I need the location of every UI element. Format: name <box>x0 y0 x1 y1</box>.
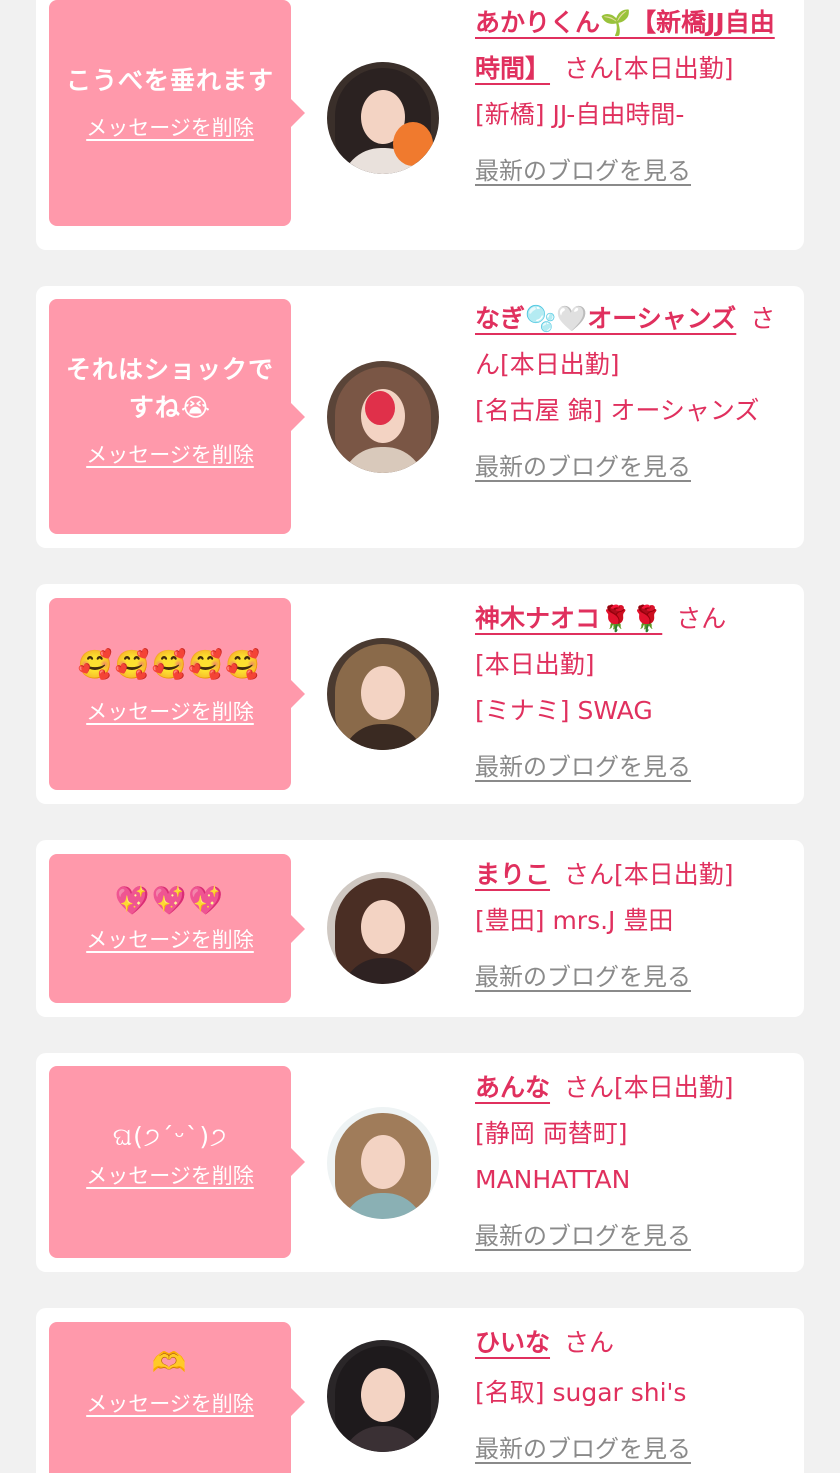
shift-status: [本日出勤] <box>614 860 734 889</box>
latest-blog-link[interactable]: 最新のブログを見る <box>475 744 787 790</box>
delete-message-link[interactable]: メッセージを削除 <box>86 696 254 726</box>
latest-blog-link[interactable]: 最新のブログを見る <box>475 1213 787 1259</box>
shift-status: [本日出勤] <box>614 54 734 83</box>
message-bubble: 🫶 メッセージを削除 <box>49 1322 305 1473</box>
message-card: ଘ(੭ˊᵕˋ)੭ メッセージを削除 あんな さん[本日出勤] [静岡 両替町] M… <box>36 1053 804 1272</box>
shop-info: [名取] sugar shi's <box>475 1378 687 1407</box>
shift-status: [本日出勤] <box>475 650 595 679</box>
cast-name-link[interactable]: なぎ🫧🤍オーシャンズ <box>475 304 736 333</box>
message-text: 💖💖💖 <box>114 884 226 917</box>
message-text: 🥰🥰🥰🥰🥰 <box>77 648 263 681</box>
honorific: さん <box>564 1073 615 1102</box>
latest-blog-link[interactable]: 最新のブログを見る <box>475 954 787 1000</box>
honorific: さん <box>564 1328 615 1357</box>
shift-status: [本日出勤] <box>500 350 620 379</box>
delete-message-link[interactable]: メッセージを削除 <box>86 1160 254 1190</box>
cast-avatar[interactable] <box>327 872 439 984</box>
message-bubble: それはショックですね😭 メッセージを削除 <box>49 299 305 534</box>
cast-name-link[interactable]: あんな <box>475 1073 550 1102</box>
message-text: それはショックですね😭 <box>65 355 274 422</box>
message-bubble: ଘ(੭ˊᵕˋ)੭ メッセージを削除 <box>49 1066 305 1258</box>
cast-info: なぎ🫧🤍オーシャンズ さん[本日出勤] [名古屋 錦] オーシャンズ 最新のブログ… <box>475 296 787 490</box>
latest-blog-link[interactable]: 最新のブログを見る <box>475 444 787 490</box>
delete-message-link[interactable]: メッセージを削除 <box>86 439 254 469</box>
honorific: さん <box>564 54 615 83</box>
shop-info: [静岡 両替町] MANHATTAN <box>475 1119 631 1194</box>
message-bubble: 🥰🥰🥰🥰🥰 メッセージを削除 <box>49 598 305 790</box>
message-text: 🫶 <box>151 1346 189 1379</box>
message-card: それはショックですね😭 メッセージを削除 なぎ🫧🤍オーシャンズ さん[本日出勤] … <box>36 286 804 548</box>
message-text: こうべを垂れます <box>65 66 274 95</box>
latest-blog-link[interactable]: 最新のブログを見る <box>475 1426 787 1472</box>
cast-info: あかりくん🌱【新橋JJ自由時間】 さん[本日出勤] [新橋] JJ-自由時間- 最… <box>475 0 787 194</box>
delete-message-link[interactable]: メッセージを削除 <box>86 924 254 954</box>
message-bubble: 💖💖💖 メッセージを削除 <box>49 854 305 1003</box>
delete-message-link[interactable]: メッセージを削除 <box>86 112 254 142</box>
message-card: 💖💖💖 メッセージを削除 まりこ さん[本日出勤] [豊田] mrs.J 豊田 最… <box>36 840 804 1017</box>
cast-info: あんな さん[本日出勤] [静岡 両替町] MANHATTAN 最新のブログを見る <box>475 1065 787 1259</box>
cast-name-link[interactable]: ひいな <box>475 1328 550 1357</box>
shop-info: [豊田] mrs.J 豊田 <box>475 906 674 935</box>
message-text: ଘ(੭ˊᵕˋ)੭ <box>112 1122 228 1151</box>
message-card: 🥰🥰🥰🥰🥰 メッセージを削除 神木ナオコ🌹🌹 さん [本日出勤] [ミナミ] SW… <box>36 584 804 804</box>
message-list: こうべを垂れます メッセージを削除 あかりくん🌱【新橋JJ自由時間】 さん[本日出… <box>0 0 840 1473</box>
honorific: さん <box>564 860 615 889</box>
honorific: さん <box>676 604 727 633</box>
cast-info: ひいな さん [名取] sugar shi's 最新のブログを見る <box>475 1320 787 1472</box>
message-card: 🫶 メッセージを削除 ひいな さん [名取] sugar shi's 最新のブログ… <box>36 1308 804 1473</box>
shop-info: [新橋] JJ-自由時間- <box>475 100 685 129</box>
shift-status: [本日出勤] <box>614 1073 734 1102</box>
message-card: こうべを垂れます メッセージを削除 あかりくん🌱【新橋JJ自由時間】 さん[本日出… <box>36 0 804 250</box>
cast-info: まりこ さん[本日出勤] [豊田] mrs.J 豊田 最新のブログを見る <box>475 852 787 1000</box>
cast-name-link[interactable]: 神木ナオコ🌹🌹 <box>475 604 662 633</box>
message-bubble: こうべを垂れます メッセージを削除 <box>49 0 305 226</box>
shop-info: [ミナミ] SWAG <box>475 696 653 725</box>
cast-info: 神木ナオコ🌹🌹 さん [本日出勤] [ミナミ] SWAG 最新のブログを見る <box>475 596 787 790</box>
delete-message-link[interactable]: メッセージを削除 <box>86 1388 254 1418</box>
shop-info: [名古屋 錦] オーシャンズ <box>475 396 760 425</box>
cast-avatar[interactable] <box>327 361 439 473</box>
cast-avatar[interactable] <box>327 1107 439 1219</box>
cast-name-link[interactable]: まりこ <box>475 860 550 889</box>
cast-avatar[interactable] <box>327 638 439 750</box>
latest-blog-link[interactable]: 最新のブログを見る <box>475 148 787 194</box>
cast-avatar[interactable] <box>327 62 439 174</box>
cast-avatar[interactable] <box>327 1340 439 1452</box>
